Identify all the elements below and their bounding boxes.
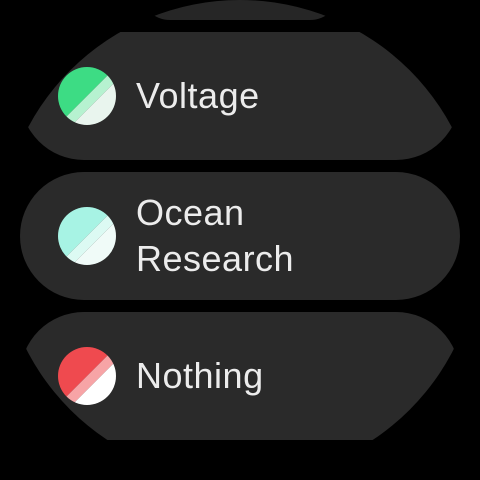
list-item-nothing[interactable]: Nothing (20, 312, 460, 440)
list-item-label: Ocean Research (136, 192, 295, 279)
theme-swatch-icon (58, 207, 116, 265)
list-item-label: Nothing (136, 355, 264, 396)
list-item-ocean-research[interactable]: Ocean Research (20, 172, 460, 300)
theme-swatch-icon (58, 347, 116, 405)
theme-swatch-icon (58, 67, 116, 125)
watch-screen: Voltage Ocean Research Nothing (0, 0, 480, 480)
list-item-voltage[interactable]: Voltage (20, 32, 460, 160)
previous-list-item[interactable] (140, 0, 340, 20)
list-item-label: Voltage (136, 75, 260, 116)
